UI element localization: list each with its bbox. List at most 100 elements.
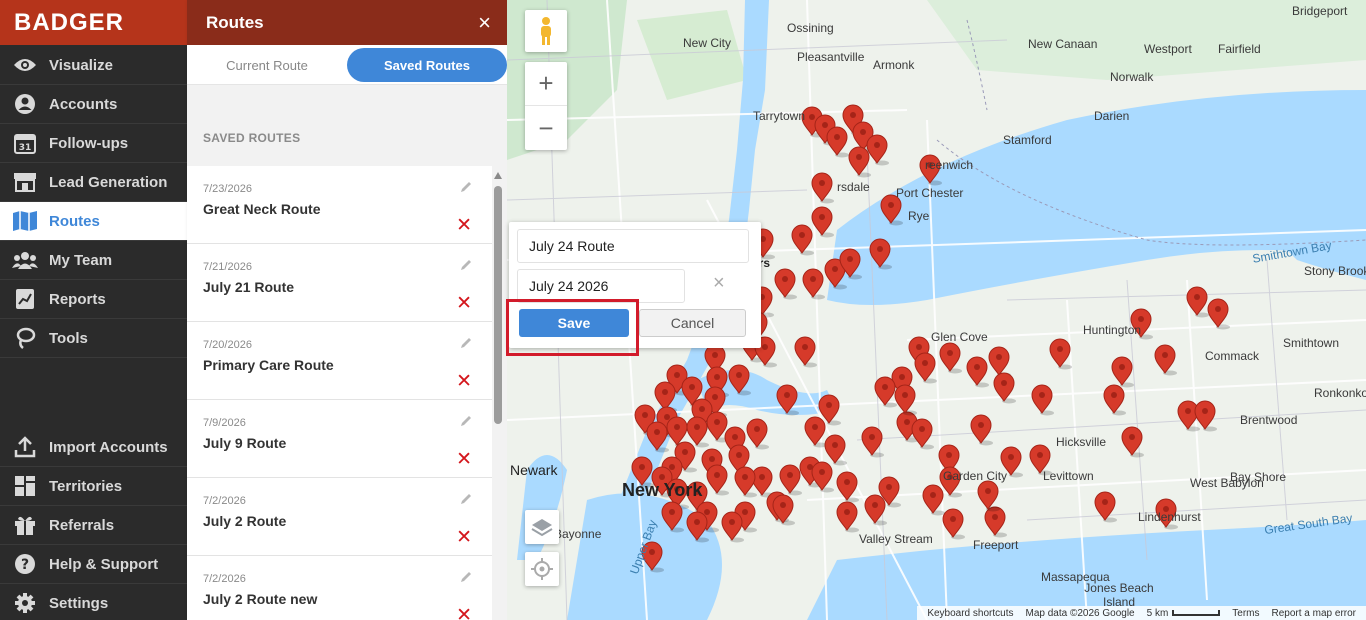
map-label: rsdale (837, 180, 870, 194)
map-label: Tarrytown (753, 109, 806, 123)
saved-route-item[interactable]: 7/21/2026 July 21 Route ✕ (187, 244, 492, 322)
map-label: Newark (510, 462, 558, 478)
delete-route-icon[interactable]: ✕ (456, 528, 472, 547)
layers-button[interactable] (525, 510, 559, 544)
map-label: Pleasantville (797, 50, 865, 64)
layers-icon (531, 519, 553, 537)
keyboard-shortcuts-link[interactable]: Keyboard shortcuts (927, 608, 1013, 619)
delete-route-icon[interactable]: ✕ (456, 372, 472, 391)
zoom-out-button[interactable]: − (525, 106, 567, 150)
pencil-edit-icon[interactable] (460, 336, 472, 354)
tab-saved-routes[interactable]: Saved Routes (347, 48, 507, 82)
map-label: Rye (908, 209, 930, 223)
map-label: Glen Cove (931, 330, 988, 344)
map-label: New Canaan (1028, 37, 1098, 51)
map-label: Port Chester (896, 186, 964, 200)
route-date-input[interactable]: July 24 2026 (517, 269, 685, 303)
panel-title: Routes (206, 12, 264, 32)
map-label: Freeport (973, 538, 1019, 552)
nav-label: Accounts (49, 95, 118, 113)
storefront-icon (12, 171, 38, 193)
map-label: Armonk (873, 58, 915, 72)
delete-route-icon[interactable]: ✕ (456, 606, 472, 620)
saved-route-item[interactable]: 7/23/2026 Great Neck Route ✕ (187, 166, 492, 244)
nav-item-help-support[interactable]: ? Help & Support (0, 545, 187, 584)
team-icon (12, 249, 38, 271)
nav-item-lead-generation[interactable]: Lead Generation (0, 163, 187, 202)
gift-icon (12, 514, 38, 536)
map-label: Ronkonkoma (1314, 386, 1366, 400)
section-label: SAVED ROUTES (203, 131, 301, 145)
report-icon (12, 288, 38, 310)
pencil-edit-icon[interactable] (460, 492, 472, 510)
terms-link[interactable]: Terms (1232, 608, 1259, 619)
pencil-edit-icon[interactable] (460, 414, 472, 432)
map-label: Brentwood (1240, 413, 1298, 427)
nav-item-territories[interactable]: Territories (0, 467, 187, 506)
nav-item-import-accounts[interactable]: Import Accounts (0, 428, 187, 467)
nav-item-referrals[interactable]: Referrals (0, 506, 187, 545)
svg-text:31: 31 (19, 143, 32, 153)
saved-route-item[interactable]: 7/20/2026 Primary Care Route ✕ (187, 322, 492, 400)
nav-item-follow-ups[interactable]: 31 Follow-ups (0, 124, 187, 163)
nav-item-routes[interactable]: Routes (0, 202, 187, 241)
my-location-button[interactable] (525, 552, 559, 586)
scale-bar (1172, 609, 1221, 616)
nav-label: Territories (49, 477, 123, 495)
pencil-edit-icon[interactable] (460, 180, 472, 198)
map-label: Valley Stream (859, 532, 933, 546)
map-label: Lindenhurst (1138, 510, 1201, 524)
saved-route-item[interactable]: 7/2/2026 July 2 Route new ✕ (187, 556, 492, 620)
route-date: 7/2/2026 (203, 573, 246, 585)
delete-route-icon[interactable]: ✕ (456, 294, 472, 313)
map-attribution: Keyboard shortcuts Map data ©2026 Google… (917, 606, 1366, 620)
scrollbar-thumb[interactable] (494, 186, 502, 424)
zoom-in-button[interactable]: + (525, 62, 567, 106)
main-navigation: BADGER Visualize Accounts 31 Follow-ups … (0, 0, 187, 620)
route-date: 7/20/2026 (203, 339, 252, 351)
nav-item-tools[interactable]: Tools (0, 319, 187, 358)
map-label: Bayonne (554, 527, 602, 541)
map-label: New York (622, 480, 703, 500)
map-label: Commack (1205, 349, 1260, 363)
close-icon[interactable]: × (478, 10, 491, 36)
nav-label: Reports (49, 290, 106, 308)
saved-route-item[interactable]: 7/2/2026 July 2 Route ✕ (187, 478, 492, 556)
map-label: Bridgeport (1292, 4, 1348, 18)
pegman-icon (541, 17, 551, 45)
territories-icon (12, 475, 38, 497)
pencil-edit-icon[interactable] (460, 258, 472, 276)
scroll-up-arrow-icon[interactable] (494, 172, 502, 179)
nav-label: Tools (49, 329, 88, 347)
map-label: Hicksville (1056, 435, 1107, 449)
nav-label: Routes (49, 212, 100, 230)
nav-item-accounts[interactable]: Accounts (0, 85, 187, 124)
route-name: July 9 Route (203, 435, 287, 451)
tab-current-route[interactable]: Current Route (187, 45, 347, 85)
help-icon: ? (12, 553, 38, 575)
map-label: Levittown (1043, 469, 1094, 483)
nav-label: Follow-ups (49, 134, 129, 152)
pencil-edit-icon[interactable] (460, 570, 472, 588)
clear-date-icon[interactable]: × (713, 272, 725, 295)
user-circle-icon (12, 93, 38, 115)
nav-label: Settings (49, 594, 109, 612)
saved-routes-list: 7/23/2026 Great Neck Route ✕ 7/21/2026 July … (187, 166, 492, 620)
nav-item-visualize[interactable]: Visualize (0, 46, 187, 85)
nav-item-reports[interactable]: Reports (0, 280, 187, 319)
scrollbar[interactable] (493, 172, 503, 620)
map-label: Garden City (943, 469, 1008, 483)
report-error-link[interactable]: Report a map error (1272, 608, 1356, 619)
saved-route-item[interactable]: 7/9/2026 July 9 Route ✕ (187, 400, 492, 478)
nav-item-my-team[interactable]: My Team (0, 241, 187, 280)
pegman-street-view-button[interactable] (525, 10, 567, 52)
delete-route-icon[interactable]: ✕ (456, 216, 472, 235)
route-date: 7/23/2026 (203, 183, 252, 195)
delete-route-icon[interactable]: ✕ (456, 450, 472, 469)
badger-logo[interactable]: BADGER (0, 0, 187, 45)
cancel-button[interactable]: Cancel (639, 309, 746, 337)
route-name: July 21 Route (203, 279, 295, 295)
map-label: Darien (1094, 109, 1130, 123)
route-name-input[interactable]: July 24 Route (517, 229, 749, 263)
nav-item-settings[interactable]: Settings (0, 584, 187, 620)
